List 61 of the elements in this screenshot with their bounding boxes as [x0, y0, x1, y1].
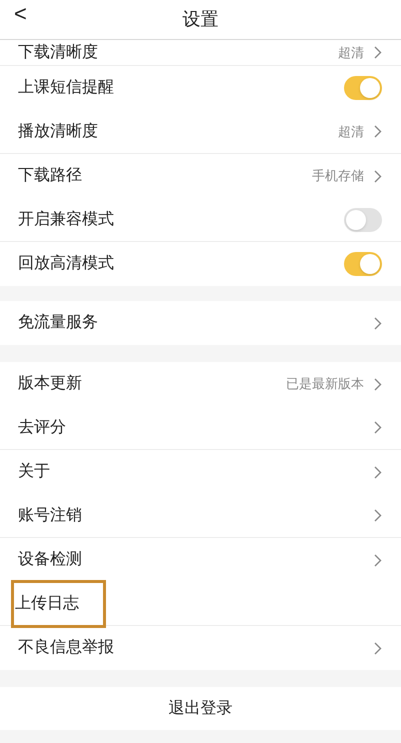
setting-link[interactable]: 超清	[338, 122, 382, 142]
chevron-right-icon	[374, 46, 382, 59]
setting-row[interactable]: 下载清晰度 超清	[0, 40, 401, 66]
setting-row[interactable]: 不良信息举报	[0, 626, 401, 670]
chevron-right-icon	[374, 316, 382, 330]
setting-label: 回放高清模式	[18, 254, 114, 274]
setting-value: 手机存储	[312, 167, 364, 186]
toggle-knob	[360, 254, 380, 274]
setting-link[interactable]	[374, 466, 382, 478]
setting-label: 下载清晰度	[18, 42, 98, 62]
setting-row[interactable]: 下载路径 手机存储	[0, 154, 401, 198]
setting-label: 播放清晰度	[18, 122, 98, 142]
setting-row[interactable]: 版本更新 已是最新版本	[0, 362, 401, 406]
chevron-right-icon	[374, 170, 382, 182]
setting-label: 下载路径	[18, 166, 82, 186]
setting-link[interactable]: 手机存储	[312, 166, 382, 186]
setting-row[interactable]: 去评分	[0, 406, 401, 450]
toggle-switch[interactable]	[344, 252, 382, 276]
setting-row[interactable]: 上课短信提醒	[0, 66, 401, 110]
setting-link[interactable]	[374, 316, 382, 330]
setting-link[interactable]	[374, 421, 382, 434]
setting-row[interactable]: 开启兼容模式	[0, 198, 401, 242]
back-button[interactable]: <	[12, 3, 29, 25]
chevron-right-icon	[374, 466, 382, 478]
setting-link[interactable]	[374, 554, 382, 566]
setting-label: 设备检测	[18, 550, 82, 570]
setting-label: 上传日志	[14, 582, 103, 624]
setting-label: 开启兼容模式	[18, 210, 114, 230]
setting-label: 版本更新	[18, 374, 82, 394]
page-title: 设置	[182, 8, 218, 31]
setting-link[interactable]: 已是最新版本	[286, 374, 382, 394]
setting-link[interactable]: 超清	[338, 42, 382, 62]
setting-value: 超清	[338, 44, 364, 62]
setting-value: 已是最新版本	[286, 375, 364, 394]
setting-row[interactable]: 播放清晰度 超清	[0, 110, 401, 154]
setting-value: 超清	[338, 122, 364, 141]
setting-label: 不良信息举报	[18, 638, 114, 658]
setting-row[interactable]: 回放高清模式	[0, 242, 401, 286]
chevron-right-icon	[374, 642, 382, 654]
chevron-right-icon	[374, 421, 382, 434]
setting-link[interactable]	[374, 642, 382, 654]
setting-label: 账号注销	[18, 506, 82, 526]
chevron-right-icon	[374, 509, 382, 522]
logout-button[interactable]: 退出登录	[0, 687, 401, 730]
setting-label: 关于	[18, 462, 50, 482]
setting-row[interactable]: 关于	[0, 450, 401, 494]
setting-row[interactable]: 设备检测	[0, 538, 401, 582]
chevron-right-icon	[374, 125, 382, 138]
chevron-right-icon	[374, 554, 382, 566]
setting-row[interactable]: 账号注销	[0, 494, 401, 538]
setting-label: 去评分	[18, 418, 66, 438]
toggle-switch[interactable]	[344, 76, 382, 100]
setting-label: 上课短信提醒	[18, 78, 114, 98]
toggle-switch[interactable]	[344, 208, 382, 232]
setting-link[interactable]	[374, 509, 382, 522]
setting-label: 免流量服务	[18, 312, 98, 333]
chevron-right-icon	[374, 378, 382, 390]
toggle-knob	[346, 210, 366, 230]
setting-row[interactable]: 免流量服务	[0, 301, 401, 345]
toggle-knob	[360, 78, 380, 98]
setting-row[interactable]: 上传日志	[0, 582, 401, 626]
